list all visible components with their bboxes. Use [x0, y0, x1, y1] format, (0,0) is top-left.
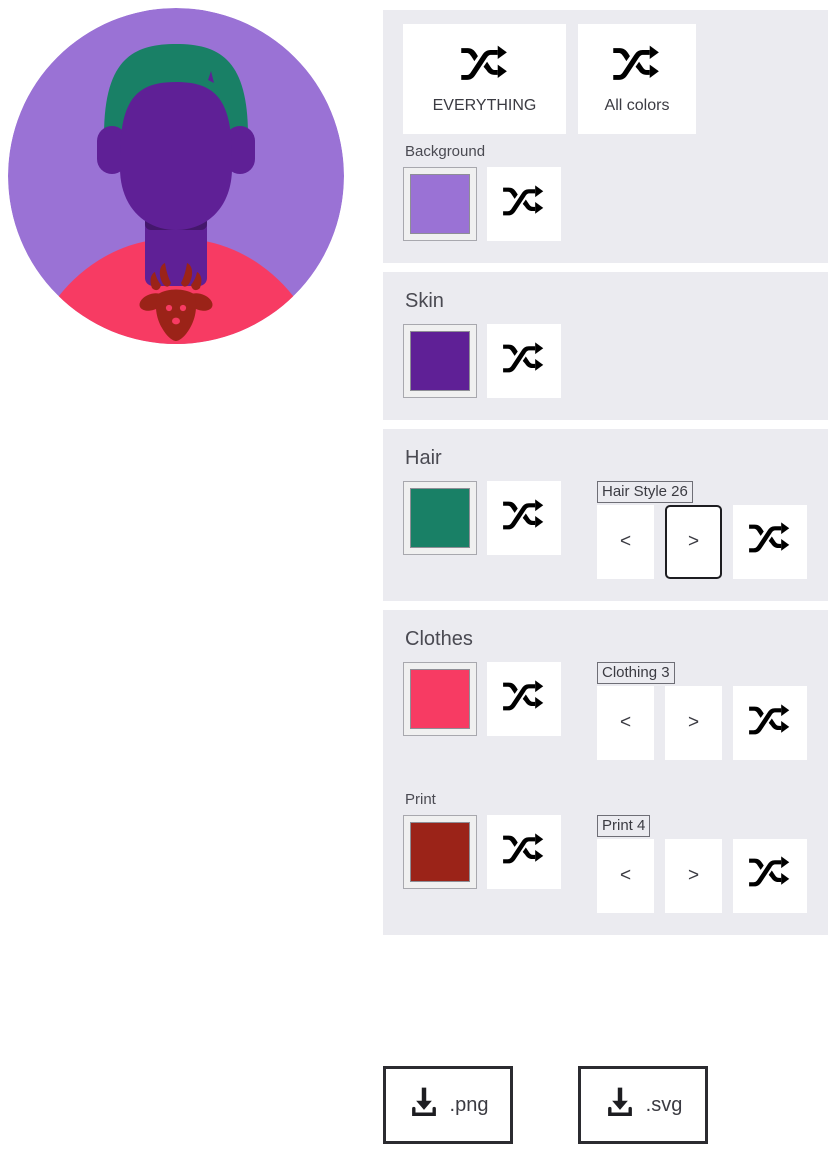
print-style-buttons: < > — [597, 838, 807, 913]
section-title-hair: Hair — [405, 446, 442, 469]
clothing-style-prev-button[interactable]: < — [597, 686, 654, 760]
shuffle-icon — [502, 498, 546, 537]
clothing-style-label: Clothing 3 — [597, 661, 675, 684]
skin-color-swatch[interactable] — [403, 323, 477, 398]
clothes-controls-row: Clothing 3 < > — [403, 661, 808, 760]
shuffle-icon — [748, 522, 792, 561]
background-controls-row — [403, 166, 808, 241]
randomize-all-colors-label: All colors — [604, 96, 670, 114]
shuffle-icon — [748, 703, 792, 743]
clothes-color-swatch[interactable] — [403, 661, 477, 736]
hair-shuffle-color-button[interactable] — [487, 480, 561, 555]
shuffle-icon — [748, 856, 792, 895]
print-style-prev-button[interactable]: < — [597, 838, 654, 913]
hair-style-buttons: < > — [597, 504, 807, 579]
section-title-print: Print — [405, 791, 436, 808]
panel-skin: Skin — [383, 271, 828, 420]
hair-style-next-button[interactable]: > — [665, 504, 722, 579]
avatar-preview — [8, 8, 344, 344]
print-color-swatch[interactable] — [403, 814, 477, 889]
panel-hair: Hair Hair Style 26 < > — [383, 428, 828, 601]
download-svg-label: .svg — [645, 1093, 683, 1116]
print-color-chip — [410, 821, 470, 882]
download-png-button[interactable]: .png — [383, 1066, 513, 1144]
clothing-style-buttons: < > — [597, 686, 807, 760]
shuffle-icon — [612, 45, 662, 88]
background-color-chip — [410, 173, 470, 234]
hair-style-stepper: Hair Style 26 < > — [597, 480, 807, 579]
hair-style-label: Hair Style 26 — [597, 480, 693, 503]
controls-column: EVERYTHING All colors Background Skin Ha… — [383, 10, 828, 944]
download-svg-button[interactable]: .svg — [578, 1066, 708, 1144]
randomize-all-colors-button[interactable]: All colors — [578, 24, 696, 134]
randomize-row: EVERYTHING All colors — [403, 24, 808, 134]
randomize-everything-label: EVERYTHING — [432, 96, 537, 114]
shuffle-icon — [460, 45, 510, 88]
print-controls-row: Print 4 < > — [403, 814, 808, 913]
shuffle-icon — [502, 680, 546, 718]
shuffle-icon — [502, 832, 546, 871]
hair-style-prev-button[interactable]: < — [597, 504, 654, 579]
hair-color-swatch[interactable] — [403, 480, 477, 555]
download-icon — [408, 1086, 440, 1125]
print-style-next-button[interactable]: > — [665, 838, 722, 913]
shuffle-icon — [502, 184, 546, 223]
avatar-generator-page: EVERYTHING All colors Background Skin Ha… — [0, 0, 837, 1154]
print-shuffle-color-button[interactable] — [487, 814, 561, 889]
skin-shuffle-button[interactable] — [487, 323, 561, 398]
shuffle-icon — [502, 341, 546, 380]
download-png-label: .png — [449, 1093, 489, 1116]
background-color-swatch[interactable] — [403, 166, 477, 241]
skin-color-chip — [410, 330, 470, 391]
hair-color-chip — [410, 487, 470, 548]
clothing-style-shuffle-button[interactable] — [733, 686, 807, 760]
section-title-skin: Skin — [405, 289, 444, 312]
background-shuffle-button[interactable] — [487, 166, 561, 241]
panel-clothes: Clothes Clothing 3 < > Print Print 4 < > — [383, 609, 828, 935]
clothing-style-next-button[interactable]: > — [665, 686, 722, 760]
avatar-head — [120, 82, 232, 230]
panel-background: EVERYTHING All colors Background — [383, 10, 828, 263]
hair-controls-row: Hair Style 26 < > — [403, 480, 808, 579]
clothes-color-chip — [410, 668, 470, 729]
randomize-everything-button[interactable]: EVERYTHING — [403, 24, 566, 134]
download-buttons: .png .svg — [383, 1066, 708, 1144]
print-style-stepper: Print 4 < > — [597, 814, 807, 913]
skin-controls-row — [403, 323, 808, 398]
hair-style-shuffle-button[interactable] — [733, 504, 807, 579]
print-style-label: Print 4 — [597, 814, 651, 837]
print-style-shuffle-button[interactable] — [733, 838, 807, 913]
download-icon — [604, 1086, 636, 1125]
clothes-shuffle-color-button[interactable] — [487, 661, 561, 736]
section-title-clothes: Clothes — [405, 627, 473, 650]
section-title-background: Background — [405, 143, 486, 160]
clothing-style-stepper: Clothing 3 < > — [597, 661, 807, 760]
